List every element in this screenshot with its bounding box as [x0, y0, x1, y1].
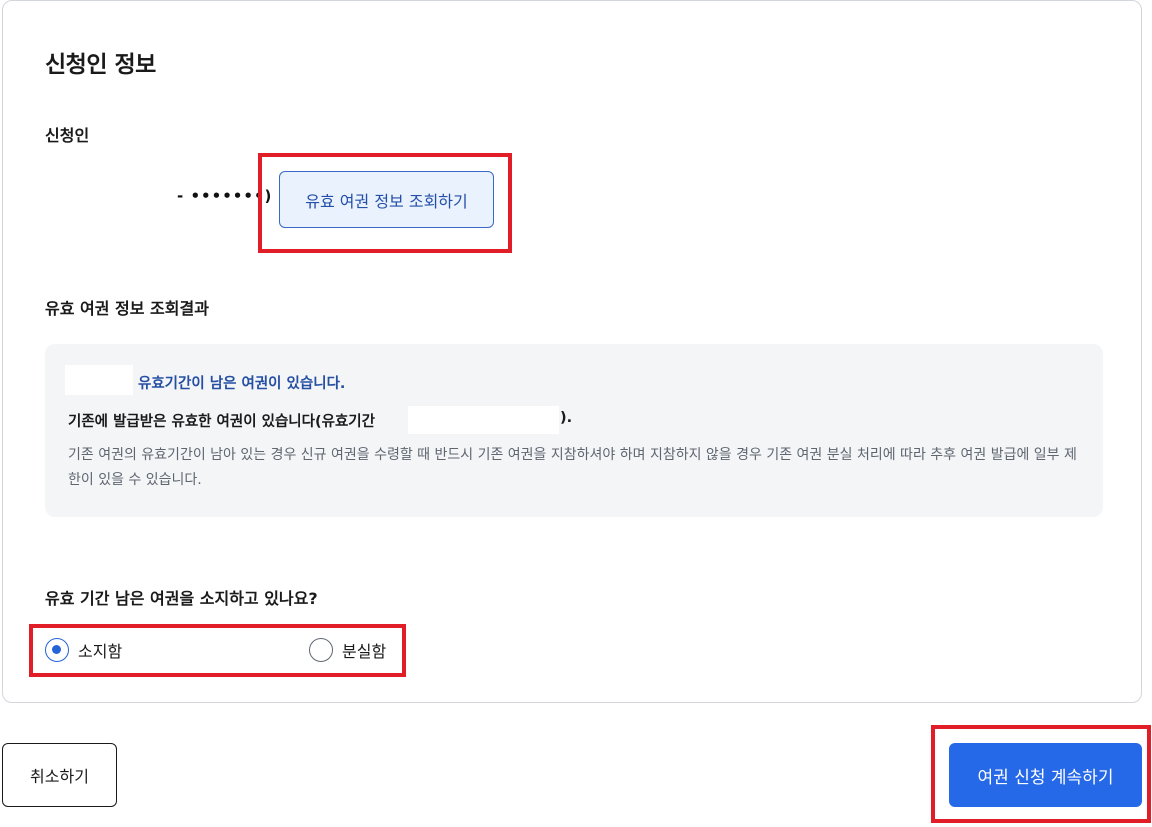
result-validity-close: ). [560, 410, 573, 426]
applicant-info-card: 신청인 정보 신청인 - •••••••) 유효 여권 정보 조회하기 유효 여… [2, 0, 1142, 703]
redacted-validity-period [408, 406, 559, 434]
result-description: 기존 여권의 유효기간이 남아 있는 경우 신규 여권을 수령할 때 반드시 기… [68, 447, 1077, 488]
section-title: 신청인 정보 [45, 52, 156, 78]
cancel-button[interactable]: 취소하기 [2, 743, 117, 807]
result-headline: 유효기간이 남은 여권이 있습니다. [138, 376, 346, 392]
redacted-name [65, 365, 133, 395]
result-validity-text: 기존에 발급받은 유효한 여권이 있습니다(유효기간 [68, 414, 375, 430]
lookup-valid-passport-button[interactable]: 유효 여권 정보 조회하기 [279, 171, 494, 228]
radio-option-possess[interactable]: 소지함 [45, 637, 122, 663]
applicant-label: 신청인 [45, 126, 90, 145]
radio-unchecked-icon[interactable] [309, 638, 333, 662]
masked-id-number: - •••••••) [177, 187, 273, 205]
radio-option-lost[interactable]: 분실함 [309, 637, 386, 663]
radio-label-possess: 소지함 [78, 642, 123, 661]
lookup-result-box: 유효기간이 남은 여권이 있습니다. 기존에 발급받은 유효한 여권이 있습니다… [45, 344, 1103, 517]
radio-checked-icon[interactable] [45, 638, 69, 662]
continue-application-button[interactable]: 여권 신청 계속하기 [949, 743, 1142, 807]
radio-label-lost: 분실함 [342, 642, 387, 661]
lookup-result-title: 유효 여권 정보 조회결과 [45, 299, 209, 318]
possession-question: 유효 기간 남은 여권을 소지하고 있나요? [45, 589, 318, 608]
